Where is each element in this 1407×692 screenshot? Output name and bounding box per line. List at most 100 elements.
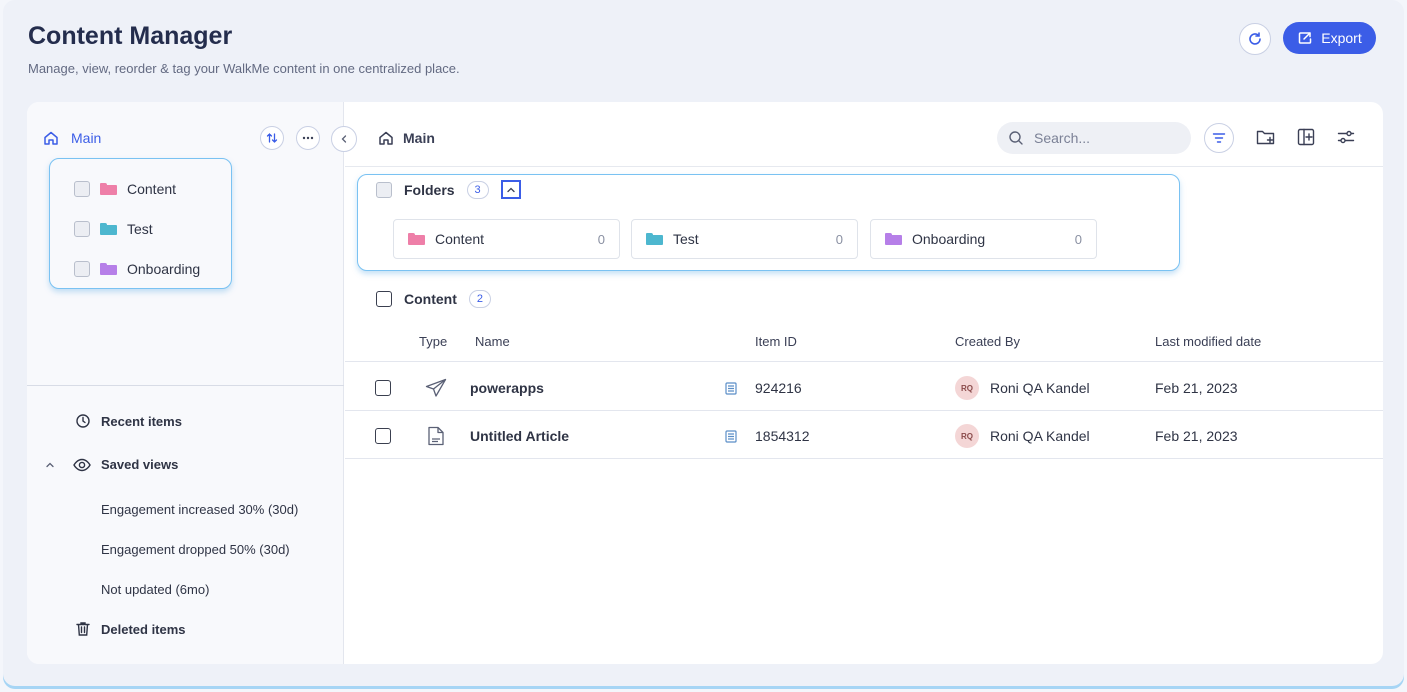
sidebar-saved-views[interactable]: Saved views: [45, 457, 178, 472]
row-divider: [345, 458, 1383, 459]
folder-card-count: 0: [1074, 231, 1082, 247]
folders-select-all-checkbox[interactable]: [376, 181, 392, 198]
search-input[interactable]: [1034, 130, 1174, 146]
trash-icon: [75, 621, 91, 637]
sidebar-home-label: Main: [71, 130, 102, 146]
sidebar: Main Content Test Onboarding Recent item…: [27, 102, 344, 664]
row-name[interactable]: powerapps: [470, 364, 544, 412]
folder-card-count: 0: [597, 231, 605, 247]
folders-label: Folders: [404, 181, 455, 198]
column-header-item-id[interactable]: Item ID: [755, 334, 797, 349]
settings-button[interactable]: [1335, 126, 1357, 148]
folder-card-content[interactable]: Content 0: [393, 219, 620, 259]
collapse-sidebar-button[interactable]: [331, 126, 357, 152]
filter-button[interactable]: [1204, 123, 1234, 153]
chevron-up-icon[interactable]: [45, 460, 55, 470]
column-header-name[interactable]: Name: [475, 334, 510, 349]
saved-view-item[interactable]: Engagement increased 30% (30d): [101, 502, 298, 517]
table-row[interactable]: Untitled Article 1854312 RQ Roni QA Kand…: [345, 412, 1383, 460]
collapse-folders-button[interactable]: [500, 180, 521, 199]
avatar: RQ: [955, 376, 979, 400]
main-panel: Main Search... Folders 3 Content 0 Test …: [345, 102, 1383, 664]
column-header-last-modified[interactable]: Last modified date: [1155, 334, 1261, 349]
tree-item-label: Test: [127, 221, 153, 237]
row-item-id: 1854312: [755, 428, 810, 444]
folder-card-label: Content: [435, 231, 485, 247]
saved-views-label: Saved views: [101, 457, 179, 472]
folder-icon: [646, 233, 663, 245]
recent-label: Recent items: [101, 413, 182, 429]
avatar: RQ: [955, 424, 979, 448]
row-created-by: Roni QA Kandel: [990, 380, 1090, 396]
new-folder-button[interactable]: [1255, 126, 1277, 148]
sidebar-home[interactable]: Main: [43, 130, 101, 146]
saved-view-item[interactable]: Engagement dropped 50% (30d): [101, 542, 290, 557]
content-label: Content: [404, 291, 457, 307]
row-modified-date: Feb 21, 2023: [1155, 428, 1238, 444]
new-folder-icon: [1256, 128, 1276, 146]
sidebar-divider: [27, 385, 344, 386]
content-count-badge: 2: [468, 290, 491, 308]
tree-item-content[interactable]: Content: [74, 181, 176, 197]
saved-view-item[interactable]: Not updated (6mo): [101, 582, 209, 597]
new-item-button[interactable]: [1295, 126, 1317, 148]
column-header-type[interactable]: Type: [419, 334, 447, 349]
folder-card-test[interactable]: Test 0: [631, 219, 858, 259]
tree-item-label: Onboarding: [127, 261, 201, 277]
tree-checkbox[interactable]: [74, 261, 90, 277]
tree-checkbox[interactable]: [74, 181, 90, 197]
folders-section: Folders 3 Content 0 Test 0 Onboarding 0: [357, 174, 1180, 271]
page-subtitle: Manage, view, reorder & tag your WalkMe …: [28, 61, 460, 76]
export-button[interactable]: Export: [1283, 22, 1376, 54]
folder-icon: [100, 183, 117, 195]
breadcrumb: Main: [378, 130, 435, 146]
search-box[interactable]: [997, 122, 1191, 154]
folder-card-count: 0: [835, 231, 843, 247]
row-checkbox[interactable]: [375, 428, 391, 444]
tree-item-onboarding[interactable]: Onboarding: [74, 261, 200, 277]
page-title: Content Manager: [28, 22, 233, 50]
content-select-all-checkbox[interactable]: [376, 291, 392, 307]
content-header: Content 2: [376, 290, 491, 308]
sidebar-deleted-items[interactable]: Deleted items: [75, 621, 186, 637]
item-id-icon: [725, 381, 737, 395]
row-checkbox[interactable]: [375, 380, 391, 396]
row-item-id: 924216: [755, 380, 802, 396]
clock-icon: [75, 413, 91, 429]
home-icon: [43, 130, 59, 146]
column-header-created-by[interactable]: Created By: [955, 334, 1020, 349]
refresh-icon: [1247, 31, 1263, 47]
row-name[interactable]: Untitled Article: [470, 412, 569, 460]
folder-icon: [100, 263, 117, 275]
filter-icon: [1212, 132, 1226, 144]
sort-icon: [266, 132, 278, 144]
deleted-label: Deleted items: [101, 621, 186, 637]
toolbar-divider: [345, 166, 1383, 167]
row-created-by: Roni QA Kandel: [990, 428, 1090, 444]
chevron-left-icon: [339, 134, 349, 144]
folder-card-label: Test: [673, 231, 699, 247]
folder-icon: [885, 233, 902, 245]
table-row[interactable]: powerapps 924216 RQ Roni QA Kandel Feb 2…: [345, 364, 1383, 412]
eye-icon: [73, 458, 91, 472]
breadcrumb-label[interactable]: Main: [403, 130, 435, 146]
more-icon: [302, 136, 314, 140]
tree-checkbox[interactable]: [74, 221, 90, 237]
folders-count-badge: 3: [466, 180, 489, 199]
tree-item-test[interactable]: Test: [74, 221, 153, 237]
sort-button[interactable]: [260, 126, 284, 150]
row-modified-date: Feb 21, 2023: [1155, 380, 1238, 396]
folder-icon: [100, 223, 117, 235]
more-options-button[interactable]: [296, 126, 320, 150]
refresh-button[interactable]: [1239, 23, 1271, 55]
paper-plane-icon: [425, 378, 447, 398]
chevron-up-icon: [506, 186, 516, 194]
app-window: Content Manager Manage, view, reorder & …: [3, 0, 1404, 686]
export-label: Export: [1321, 30, 1362, 46]
content-card: Main Content Test Onboarding Recent item…: [27, 102, 1383, 664]
sidebar-recent-items[interactable]: Recent items: [75, 413, 182, 429]
folder-card-label: Onboarding: [912, 231, 986, 247]
folder-card-onboarding[interactable]: Onboarding 0: [870, 219, 1097, 259]
home-icon[interactable]: [378, 130, 394, 146]
folder-tree: Content Test Onboarding: [49, 158, 232, 289]
